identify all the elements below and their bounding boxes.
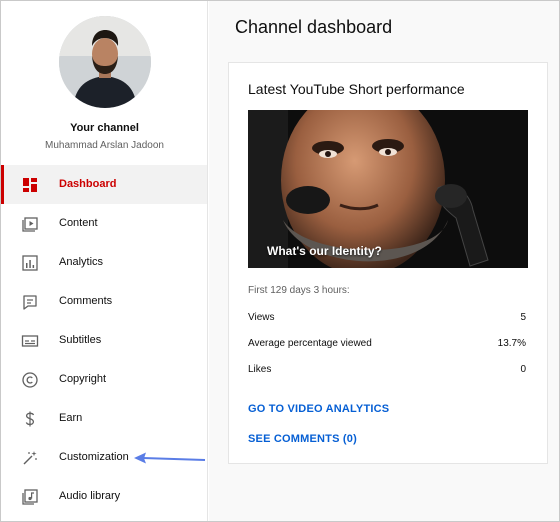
video-thumbnail[interactable]: What's our Identity? — [248, 110, 528, 268]
sidebar-item-label: Comments — [59, 295, 113, 307]
sidebar-item-label: Content — [59, 217, 98, 229]
sidebar-item-analytics[interactable]: Analytics — [1, 243, 207, 282]
channel-name: Muhammad Arslan Jadoon — [45, 140, 164, 151]
sidebar-item-audio-library[interactable]: Audio library — [1, 477, 207, 516]
stat-value: 13.7% — [497, 338, 526, 349]
analytics-icon — [22, 255, 38, 271]
video-analytics-link[interactable]: GO TO VIDEO ANALYTICS — [248, 403, 389, 415]
stat-label: Views — [248, 312, 275, 323]
subtitles-icon — [21, 335, 39, 347]
sidebar-item-copyright[interactable]: Copyright — [1, 360, 207, 399]
sidebar-item-label: Earn — [59, 412, 83, 424]
sidebar: Your channel Muhammad Arslan Jadoon Dash… — [1, 1, 208, 521]
annotation-arrow — [134, 452, 206, 464]
stat-row-likes: Likes 0 — [248, 364, 526, 378]
sidebar-item-label: Audio library — [59, 490, 121, 502]
channel-title: Your channel — [70, 122, 139, 134]
stat-label: Likes — [248, 364, 272, 375]
stat-row-views: Views 5 — [248, 312, 526, 326]
period-label: First 129 days 3 hours: — [248, 285, 350, 296]
sidebar-item-label: Subtitles — [59, 334, 102, 346]
card-title: Latest YouTube Short performance — [248, 81, 465, 97]
sidebar-item-dashboard[interactable]: Dashboard — [1, 165, 207, 204]
sidebar-item-content[interactable]: Content — [1, 204, 207, 243]
sidebar-item-subtitles[interactable]: Subtitles — [1, 321, 207, 360]
content-icon — [22, 217, 38, 232]
customization-icon — [23, 451, 37, 465]
app-frame: Your channel Muhammad Arslan Jadoon Dash… — [0, 0, 560, 522]
sidebar-item-label: Copyright — [59, 373, 107, 385]
thumbnail-caption: What's our Identity? — [267, 244, 382, 258]
sidebar-item-comments[interactable]: Comments — [1, 282, 207, 321]
stat-label: Average percentage viewed — [248, 338, 372, 349]
avatar[interactable] — [59, 16, 151, 108]
sidebar-item-label: Customization — [59, 451, 129, 463]
stat-value: 0 — [520, 364, 526, 375]
main-area: Channel dashboard Latest YouTube Short p… — [209, 1, 559, 521]
copyright-icon — [22, 372, 38, 388]
dashboard-icon — [23, 178, 37, 192]
earn-icon — [25, 411, 35, 427]
stat-value: 5 — [520, 312, 526, 323]
page-title: Channel dashboard — [235, 17, 393, 37]
sidebar-item-earn[interactable]: Earn — [1, 399, 207, 438]
comments-icon — [23, 295, 37, 310]
sidebar-item-label: Analytics — [59, 256, 104, 268]
stat-row-avg-percentage: Average percentage viewed 13.7% — [248, 338, 526, 352]
audio-library-icon — [22, 489, 38, 505]
sidebar-item-label: Dashboard — [59, 178, 117, 190]
see-comments-link[interactable]: SEE COMMENTS (0) — [248, 433, 357, 445]
short-performance-card: Latest YouTube Short performance What's … — [228, 62, 548, 464]
